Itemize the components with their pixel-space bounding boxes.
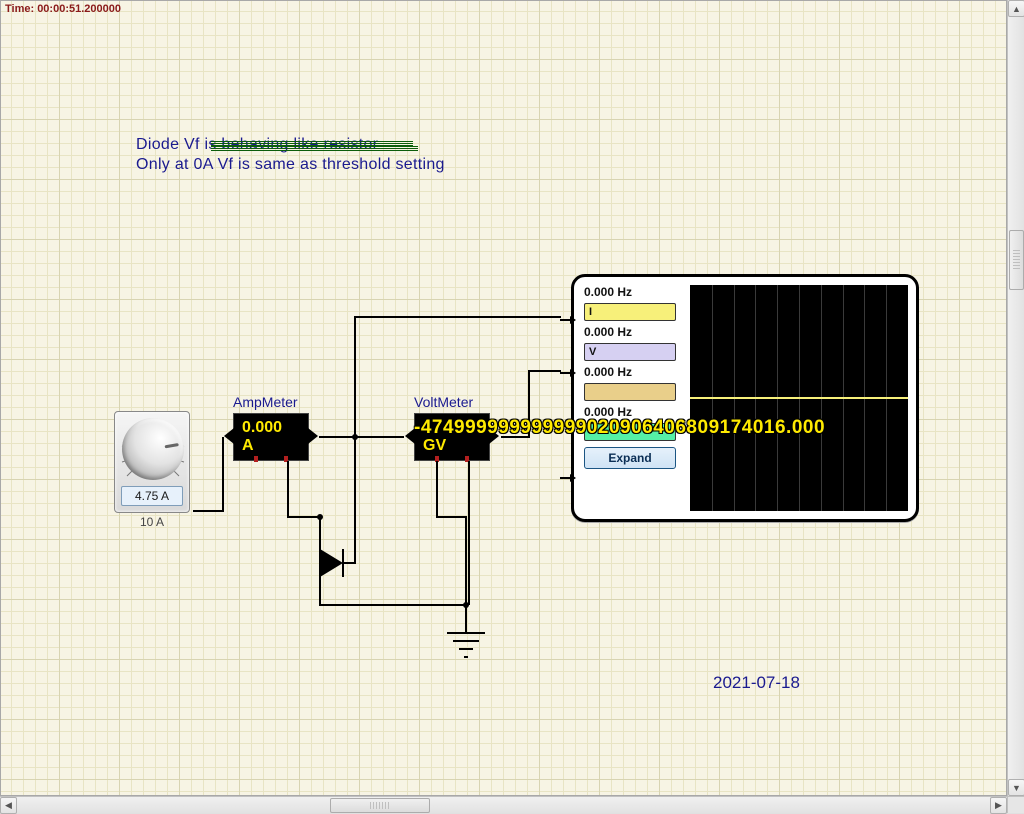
vertical-scrollbar[interactable]: ▲ ▼	[1007, 0, 1024, 796]
strike-line-bottom	[211, 148, 418, 149]
scroll-down-button[interactable]: ▼	[1008, 779, 1024, 796]
annotation-line1[interactable]: Diode Vf is behaving like resistor	[136, 136, 378, 154]
hscroll-thumb[interactable]	[330, 798, 430, 813]
scope-ch2-swatch[interactable]: V	[584, 343, 676, 361]
scope-ch2-hz: 0.000 Hz	[584, 325, 632, 339]
canvas[interactable]: Time: 00:00:51.200000 Diode Vf is behavi…	[0, 0, 1007, 796]
scope-term-ch4[interactable]	[560, 477, 574, 479]
annotation-line2[interactable]: Only at 0A Vf is same as threshold setti…	[136, 156, 445, 174]
vscroll-thumb[interactable]	[1009, 230, 1024, 290]
sim-time-label: Time: 00:00:51.200000	[5, 3, 121, 15]
scope-ch3-swatch[interactable]	[584, 383, 676, 401]
voltmeter-pin-pos	[465, 456, 469, 462]
voltmeter-overflow-text: -474999999999999020906406809174016.000	[414, 417, 825, 439]
annotation-line1-keep: Diode Vf	[136, 136, 205, 153]
scope-term-ch1[interactable]	[560, 319, 574, 321]
scope-screen[interactable]	[690, 285, 908, 511]
scope-ch1-hz: 0.000 Hz	[584, 285, 632, 299]
ampmeter-probe-right	[308, 428, 318, 444]
scroll-left-button[interactable]: ◀	[0, 797, 17, 814]
scope-ch1-swatch[interactable]: I	[584, 303, 676, 321]
voltmeter-pin-neg	[435, 456, 439, 462]
knob-readout[interactable]: 4.75 A	[121, 486, 183, 506]
annotation-line1-struck: is behaving like resistor	[205, 136, 379, 153]
strike-line-top	[211, 143, 413, 144]
voltmeter-label: VoltMeter	[414, 394, 473, 410]
scope-trace	[690, 397, 908, 399]
knob-caption: 10 A	[114, 515, 190, 529]
scope-expand-button[interactable]: Expand	[584, 447, 676, 469]
ampmeter-value: 0.000	[242, 419, 282, 436]
date-label[interactable]: 2021-07-18	[713, 673, 800, 693]
ampmeter[interactable]: 0.000 A	[233, 413, 309, 461]
ampmeter-pin-neg	[254, 456, 258, 462]
voltmeter-unit: GV	[423, 437, 446, 454]
horizontal-scrollbar[interactable]: ◀ ▶	[0, 796, 1007, 813]
scope-term-ch2[interactable]	[560, 372, 574, 374]
ampmeter-pin-pos	[284, 456, 288, 462]
ampmeter-probe-left	[224, 428, 234, 444]
current-knob[interactable]: 4.75 A 10 A	[114, 411, 194, 531]
scroll-up-button[interactable]: ▲	[1008, 0, 1024, 17]
scope-ch3-hz: 0.000 Hz	[584, 365, 632, 379]
knob-body[interactable]: 4.75 A	[114, 411, 190, 513]
ampmeter-unit: A	[242, 437, 254, 454]
oscilloscope[interactable]: 0.000 Hz I 0.000 Hz V 0.000 Hz 0.000 Hz …	[571, 274, 919, 522]
ampmeter-label: AmpMeter	[233, 394, 298, 410]
scroll-corner	[1007, 796, 1024, 813]
scroll-right-button[interactable]: ▶	[990, 797, 1007, 814]
scope-controls: 0.000 Hz I 0.000 Hz V 0.000 Hz 0.000 Hz …	[584, 285, 684, 473]
